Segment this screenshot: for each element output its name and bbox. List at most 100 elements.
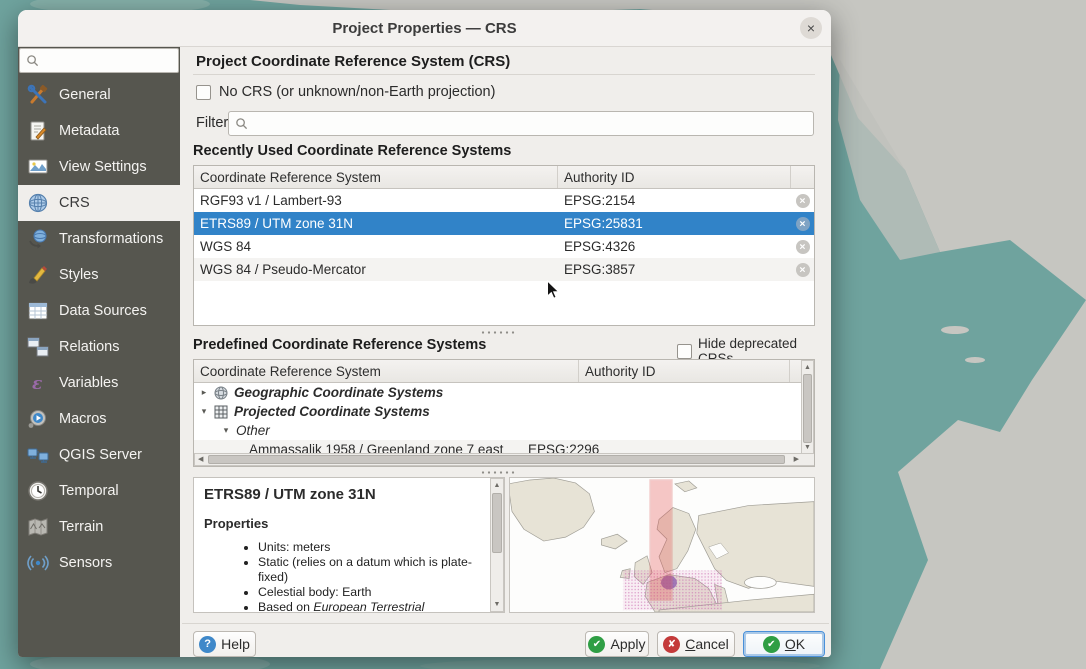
scroll-left-icon[interactable]: ◀ bbox=[198, 454, 203, 466]
close-icon: × bbox=[807, 20, 815, 36]
scrollbar-thumb[interactable] bbox=[492, 493, 502, 553]
sidebar-item-variables[interactable]: ε Variables bbox=[18, 365, 180, 401]
scrollbar-thumb[interactable] bbox=[208, 455, 785, 464]
crs-name-cell[interactable]: WGS 84 / Pseudo-Mercator bbox=[194, 258, 558, 281]
tools-icon bbox=[26, 83, 50, 107]
scroll-up-icon[interactable]: ▲ bbox=[802, 362, 813, 373]
close-button[interactable]: × bbox=[800, 17, 822, 39]
recent-row-etrs89-selected[interactable]: ETRS89 / UTM zone 31N EPSG:25831 × bbox=[194, 212, 814, 235]
sidebar-item-relations[interactable]: Relations bbox=[18, 329, 180, 365]
cancel-button[interactable]: ✘ Cancel bbox=[657, 631, 735, 657]
remove-crs-icon[interactable]: × bbox=[796, 217, 810, 231]
help-icon: ? bbox=[199, 636, 216, 653]
predefined-heading: Predefined Coordinate Reference Systems bbox=[193, 337, 486, 353]
search-icon bbox=[235, 117, 248, 130]
chevron-down-icon[interactable]: ▾ bbox=[198, 406, 210, 417]
filter-input[interactable] bbox=[228, 111, 814, 136]
recent-col-crs[interactable]: Coordinate Reference System bbox=[194, 166, 558, 188]
remove-crs-icon[interactable]: × bbox=[796, 263, 810, 277]
tree-node-label[interactable]: Other bbox=[236, 423, 270, 438]
scroll-up-icon[interactable]: ▲ bbox=[491, 480, 503, 491]
authority-cell[interactable]: EPSG:2154 bbox=[558, 189, 791, 212]
recent-col-authority[interactable]: Authority ID bbox=[558, 166, 791, 188]
sidebar-search-input[interactable] bbox=[43, 52, 167, 69]
server-network-icon bbox=[26, 443, 50, 467]
authority-cell[interactable]: EPSG:25831 bbox=[558, 212, 791, 235]
sidebar-item-styles[interactable]: Styles bbox=[18, 257, 180, 293]
filter-text-input[interactable] bbox=[252, 115, 813, 132]
sidebar-item-label: General bbox=[59, 87, 111, 103]
authority-cell[interactable]: EPSG:4326 bbox=[558, 235, 791, 258]
sidebar-item-transformations[interactable]: Transformations bbox=[18, 221, 180, 257]
chevron-down-icon[interactable]: ▾ bbox=[220, 425, 232, 436]
crs-name-cell[interactable]: ETRS89 / UTM zone 31N bbox=[194, 212, 558, 235]
sidebar-search-box[interactable] bbox=[19, 48, 179, 73]
gear-play-icon bbox=[26, 407, 50, 431]
details-scrollbar[interactable]: ▲ ▼ bbox=[490, 478, 504, 612]
tree-node-projected[interactable]: ▾ Projected Coordinate Systems bbox=[194, 402, 814, 421]
check-icon: ✔ bbox=[763, 636, 780, 653]
scroll-down-icon[interactable]: ▼ bbox=[802, 442, 813, 453]
crs-details-panel: ETRS89 / UTM zone 31N Properties Units: … bbox=[193, 477, 505, 613]
buttons-divider bbox=[182, 623, 829, 624]
predefined-crs-tree: Coordinate Reference System Authority ID… bbox=[193, 359, 815, 467]
tree-node-label[interactable]: Geographic Coordinate Systems bbox=[234, 385, 443, 400]
recent-row-pseudo-mercator[interactable]: WGS 84 / Pseudo-Mercator EPSG:3857 × bbox=[194, 258, 814, 281]
sidebar-item-data-sources[interactable]: Data Sources bbox=[18, 293, 180, 329]
tree-vertical-scrollbar[interactable]: ▲ ▼ bbox=[801, 360, 814, 455]
sidebar-item-view-settings[interactable]: View Settings bbox=[18, 149, 180, 185]
recent-row-wgs84[interactable]: WGS 84 EPSG:4326 × bbox=[194, 235, 814, 258]
apply-button[interactable]: ✔ Apply bbox=[585, 631, 649, 657]
crs-name-cell[interactable]: RGF93 v1 / Lambert-93 bbox=[194, 189, 558, 212]
table-icon bbox=[26, 299, 50, 323]
linked-tables-icon bbox=[26, 335, 50, 359]
sidebar-item-qgis-server[interactable]: QGIS Server bbox=[18, 437, 180, 473]
recent-row-rgf93[interactable]: RGF93 v1 / Lambert-93 EPSG:2154 × bbox=[194, 189, 814, 212]
details-subheading: Properties bbox=[204, 516, 494, 531]
sidebar-item-crs[interactable]: CRS bbox=[18, 185, 180, 221]
no-crs-checkbox[interactable] bbox=[196, 85, 211, 100]
tree-node-other[interactable]: ▾ Other bbox=[194, 421, 814, 440]
no-crs-row: No CRS (or unknown/non-Earth projection) bbox=[196, 84, 495, 100]
splitter-handle[interactable] bbox=[480, 470, 516, 475]
ok-button[interactable]: ✔ OK bbox=[743, 631, 825, 657]
scroll-right-icon[interactable]: ▶ bbox=[794, 454, 799, 466]
tree-node-geographic[interactable]: ▸ Geographic Coordinate Systems bbox=[194, 383, 814, 402]
sidebar-item-terrain[interactable]: Terrain bbox=[18, 509, 180, 545]
predefined-col-crs[interactable]: Coordinate Reference System bbox=[194, 360, 579, 382]
crs-extent-preview bbox=[509, 477, 815, 613]
antenna-waves-icon bbox=[26, 551, 50, 575]
sidebar-item-sensors[interactable]: Sensors bbox=[18, 545, 180, 581]
scroll-down-icon[interactable]: ▼ bbox=[491, 599, 503, 610]
terrain-map-icon bbox=[26, 515, 50, 539]
remove-crs-icon[interactable]: × bbox=[796, 194, 810, 208]
filter-label: Filter bbox=[196, 115, 228, 131]
scrollbar-thumb[interactable] bbox=[803, 374, 812, 443]
desktop: Project Properties — CRS × General Me bbox=[0, 0, 1086, 669]
sidebar-item-metadata[interactable]: Metadata bbox=[18, 113, 180, 149]
recent-crs-table: Coordinate Reference System Authority ID… bbox=[193, 165, 815, 326]
remove-crs-icon[interactable]: × bbox=[796, 240, 810, 254]
details-title: ETRS89 / UTM zone 31N bbox=[204, 486, 494, 503]
chevron-right-icon[interactable]: ▸ bbox=[198, 387, 210, 398]
tree-node-label[interactable]: Projected Coordinate Systems bbox=[234, 404, 430, 419]
recent-table-header: Coordinate Reference System Authority ID bbox=[194, 166, 814, 189]
project-properties-dialog: Project Properties — CRS × General Me bbox=[18, 10, 831, 657]
globe-arrows-icon bbox=[26, 227, 50, 251]
crs-name-cell[interactable]: WGS 84 bbox=[194, 235, 558, 258]
sidebar-item-label: Macros bbox=[59, 411, 107, 427]
sidebar-item-label: View Settings bbox=[59, 159, 147, 175]
check-icon: ✔ bbox=[588, 636, 605, 653]
help-button[interactable]: ? Help bbox=[193, 631, 256, 657]
sidebar-item-temporal[interactable]: Temporal bbox=[18, 473, 180, 509]
predefined-col-authority[interactable]: Authority ID bbox=[579, 360, 790, 382]
title-bar[interactable]: Project Properties — CRS × bbox=[18, 10, 831, 47]
sidebar-item-label: Data Sources bbox=[59, 303, 147, 319]
sidebar-item-general[interactable]: General bbox=[18, 77, 180, 113]
hide-deprecated-checkbox[interactable] bbox=[677, 344, 692, 359]
splitter-handle[interactable] bbox=[480, 330, 516, 335]
authority-cell[interactable]: EPSG:3857 bbox=[558, 258, 791, 281]
extent-preview-map bbox=[510, 478, 814, 612]
sidebar-item-macros[interactable]: Macros bbox=[18, 401, 180, 437]
tree-horizontal-scrollbar[interactable]: ◀ ▶ bbox=[194, 453, 815, 466]
